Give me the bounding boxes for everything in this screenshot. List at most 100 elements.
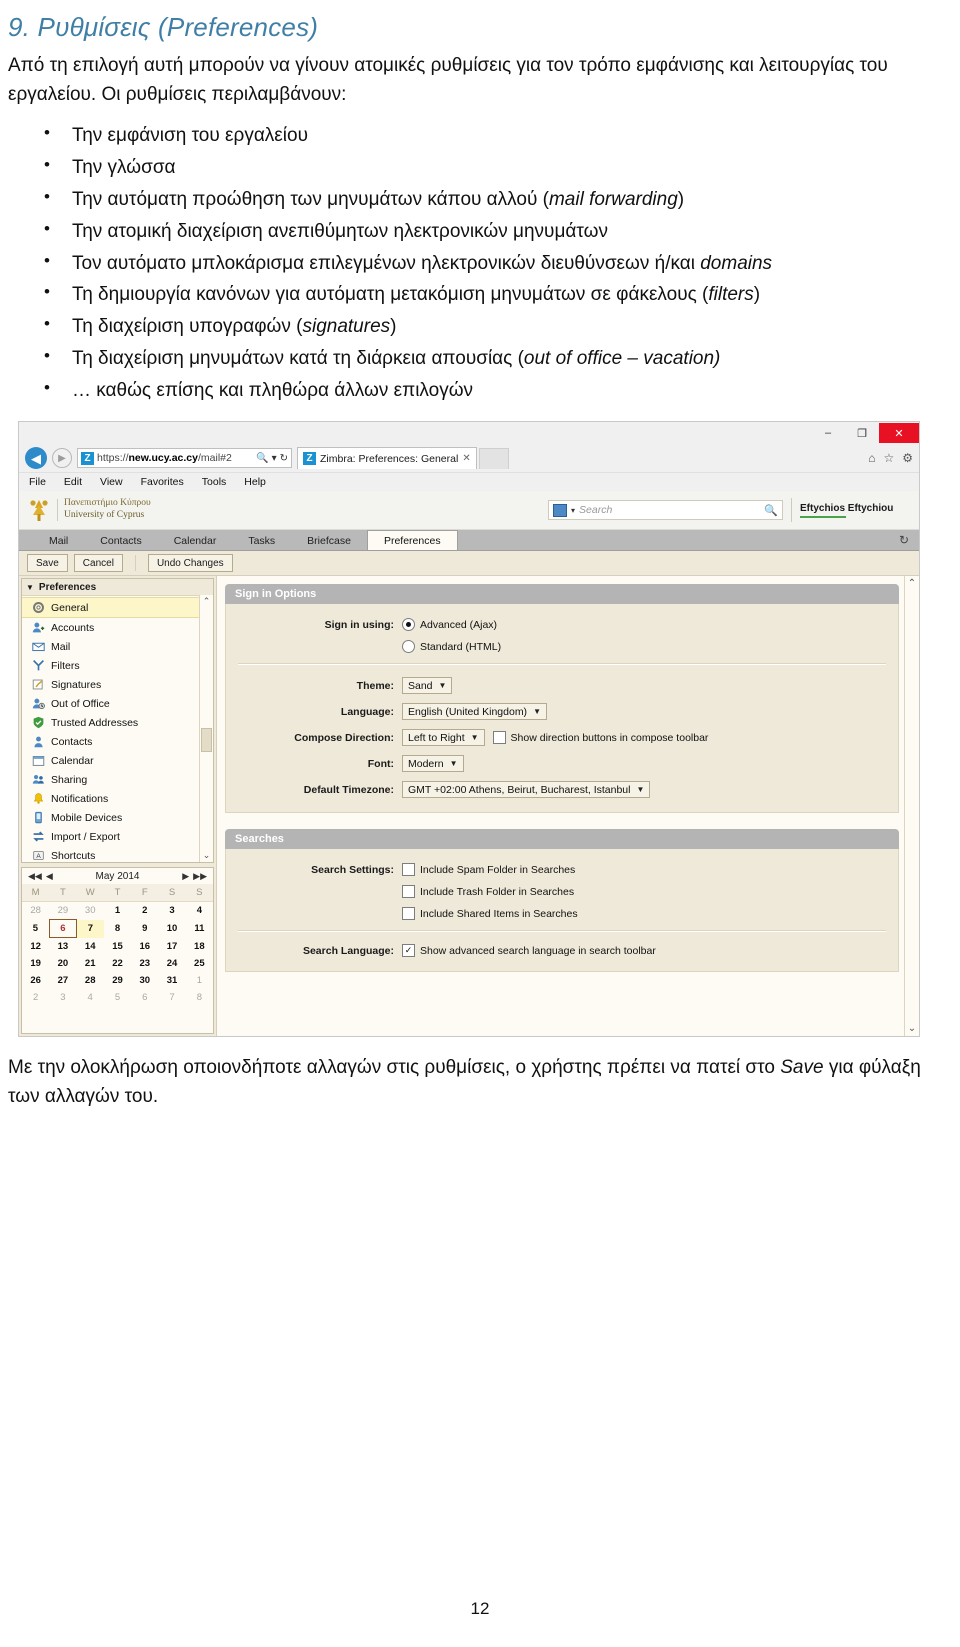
calendar-day[interactable]: 24 [158,955,185,972]
search-scope-icon[interactable] [553,503,567,517]
sidebar-item-general[interactable]: General [22,597,213,619]
chevron-down-icon[interactable]: ▾ [272,453,277,464]
menu-edit[interactable]: Edit [64,476,82,488]
calendar-day[interactable]: 2 [131,902,158,920]
calendar-day[interactable]: 10 [158,920,185,938]
calendar-day[interactable]: 1 [186,972,213,989]
calendar-day[interactable]: 29 [104,972,131,989]
calendar-day[interactable]: 6 [131,989,158,1006]
chevron-down-icon[interactable]: ▼ [533,707,541,716]
checkbox-advanced-search-language[interactable]: ✓ [402,944,415,958]
calendar-day[interactable]: 4 [77,989,104,1006]
calendar-day[interactable]: 8 [104,920,131,938]
tab-tasks[interactable]: Tasks [232,532,291,550]
calendar-day[interactable]: 5 [104,989,131,1006]
last-month-icon[interactable]: ▶▶ [191,871,209,882]
calendar-day[interactable]: 3 [49,989,76,1006]
menu-view[interactable]: View [100,476,123,488]
chevron-down-icon[interactable]: ⌄ [908,1021,916,1036]
prev-month-icon[interactable]: ◀ [44,871,55,882]
chevron-down-icon[interactable]: ▼ [439,681,447,690]
calendar-day[interactable]: 19 [22,955,49,972]
sidebar-item-contacts[interactable]: Contacts [22,732,213,751]
calendar-day[interactable]: 1 [104,902,131,920]
chevron-up-icon[interactable]: ⌃ [203,595,211,608]
calendar-day[interactable]: 7 [158,989,185,1006]
calendar-day[interactable]: 31 [158,972,185,989]
sidebar-item-trusted-addresses[interactable]: Trusted Addresses [22,713,213,732]
calendar-day-today[interactable]: 6 [48,919,78,939]
calendar-day[interactable]: 12 [22,938,49,956]
checkbox-include-shared[interactable] [402,907,415,921]
calendar-day[interactable]: 2 [22,989,49,1006]
tree-scrollbar[interactable]: ⌃ ⌄ [199,595,213,863]
close-button[interactable]: ✕ [879,423,919,444]
tab-contacts[interactable]: Contacts [84,532,157,550]
timezone-select[interactable]: GMT +02:00 Athens, Beirut, Bucharest, Is… [402,781,651,799]
sidebar-item-filters[interactable]: Filters [22,656,213,675]
checkbox-include-spam[interactable] [402,863,415,877]
new-tab-button[interactable] [478,447,509,469]
chevron-down-icon[interactable]: ▾ [571,506,575,515]
first-month-icon[interactable]: ◀◀ [26,871,44,882]
favorites-icon[interactable]: ☆ [883,451,894,465]
calendar-day[interactable]: 20 [49,955,76,972]
calendar-day[interactable]: 11 [186,920,213,938]
undo-changes-button[interactable]: Undo Changes [147,554,233,573]
calendar-day[interactable]: 21 [77,955,104,972]
browser-tab[interactable]: Z Zimbra: Preferences: General ✕ [297,447,477,470]
tab-mail[interactable]: Mail [33,532,84,550]
refresh-icon[interactable]: ↻ [280,453,288,464]
calendar-day[interactable]: 28 [77,972,104,989]
back-icon[interactable]: ◀ [25,447,47,470]
compose-direction-select[interactable]: Left to Right ▼ [402,729,485,747]
search-icon[interactable]: 🔍 [256,453,268,464]
minimize-button[interactable]: – [811,423,845,443]
calendar-day[interactable]: 4 [186,902,213,920]
calendar-day[interactable]: 30 [131,972,158,989]
home-icon[interactable]: ⌂ [868,451,875,465]
calendar-day[interactable]: 17 [158,938,185,956]
forward-icon[interactable]: ▶ [52,448,72,469]
calendar-day[interactable]: 15 [104,938,131,956]
chevron-up-icon[interactable]: ⌃ [908,576,916,591]
scrollbar-track[interactable] [200,608,213,849]
calendar-day[interactable]: 30 [77,902,104,920]
calendar-day[interactable]: 28 [22,902,49,920]
sidebar-item-mobile-devices[interactable]: Mobile Devices [22,808,213,827]
tab-preferences[interactable]: Preferences [366,530,458,551]
chevron-down-icon[interactable]: ▼ [636,785,644,794]
sidebar-item-shortcuts[interactable]: A Shortcuts [22,846,213,862]
calendar-day[interactable]: 8 [186,989,213,1006]
calendar-day[interactable]: 26 [22,972,49,989]
sidebar-item-import-export[interactable]: Import / Export [22,827,213,846]
content-scrollbar[interactable]: ⌃ ⌄ [904,576,919,1037]
close-icon[interactable]: ✕ [462,453,470,464]
sidebar-item-calendar[interactable]: Calendar [22,751,213,770]
calendar-day-selected[interactable]: 7 [76,919,104,938]
tab-calendar[interactable]: Calendar [158,532,233,550]
theme-select[interactable]: Sand ▼ [402,677,453,695]
radio-standard-html[interactable] [402,640,415,654]
calendar-day[interactable]: 27 [49,972,76,989]
chevron-down-icon[interactable]: ▼ [471,733,479,742]
calendar-day[interactable]: 16 [131,938,158,956]
search-input[interactable]: ▾ Search 🔍 [548,500,783,521]
gear-icon[interactable]: ⚙ [902,451,913,465]
calendar-day[interactable]: 18 [186,938,213,956]
calendar-day[interactable]: 14 [77,938,104,956]
chevron-down-icon[interactable]: ▼ [450,759,458,768]
user-menu[interactable]: Eftychios Eftychiou [791,498,911,523]
next-month-icon[interactable]: ▶ [180,871,191,882]
calendar-day[interactable]: 22 [104,955,131,972]
calendar-day[interactable]: 9 [131,920,158,938]
calendar-day[interactable]: 5 [22,920,49,938]
search-icon[interactable]: 🔍 [764,504,778,517]
chevron-down-icon[interactable]: ▼ [26,583,34,592]
language-select[interactable]: English (United Kingdom) ▼ [402,703,547,721]
menu-help[interactable]: Help [244,476,266,488]
chevron-down-icon[interactable]: ⌄ [203,849,211,862]
tab-briefcase[interactable]: Briefcase [291,532,367,550]
sidebar-item-signatures[interactable]: Signatures [22,675,213,694]
calendar-day[interactable]: 3 [158,902,185,920]
